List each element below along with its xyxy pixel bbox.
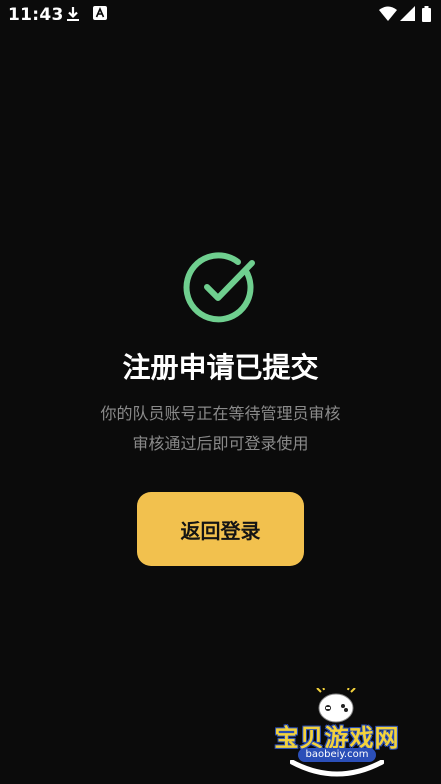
status-message-line-2: 审核通过后即可登录使用 xyxy=(132,434,309,453)
check-circle-icon xyxy=(183,252,255,323)
status-message-line-1: 你的队员账号正在等待管理员审核 xyxy=(100,404,341,423)
watermark: 宝贝游戏网 baobeiy.com xyxy=(262,688,412,780)
page-title: 注册申请已提交 xyxy=(122,351,319,384)
watermark-arc xyxy=(290,760,384,777)
status-time: 11:43 xyxy=(8,5,64,25)
back-to-login-button[interactable]: 返回登录 xyxy=(137,492,304,566)
download-icon xyxy=(67,7,79,21)
a-notification-icon xyxy=(93,6,107,20)
wifi-icon xyxy=(379,6,397,21)
signal-icon xyxy=(400,6,415,21)
battery-icon xyxy=(422,6,431,22)
status-bar: 11:43 xyxy=(0,0,441,30)
